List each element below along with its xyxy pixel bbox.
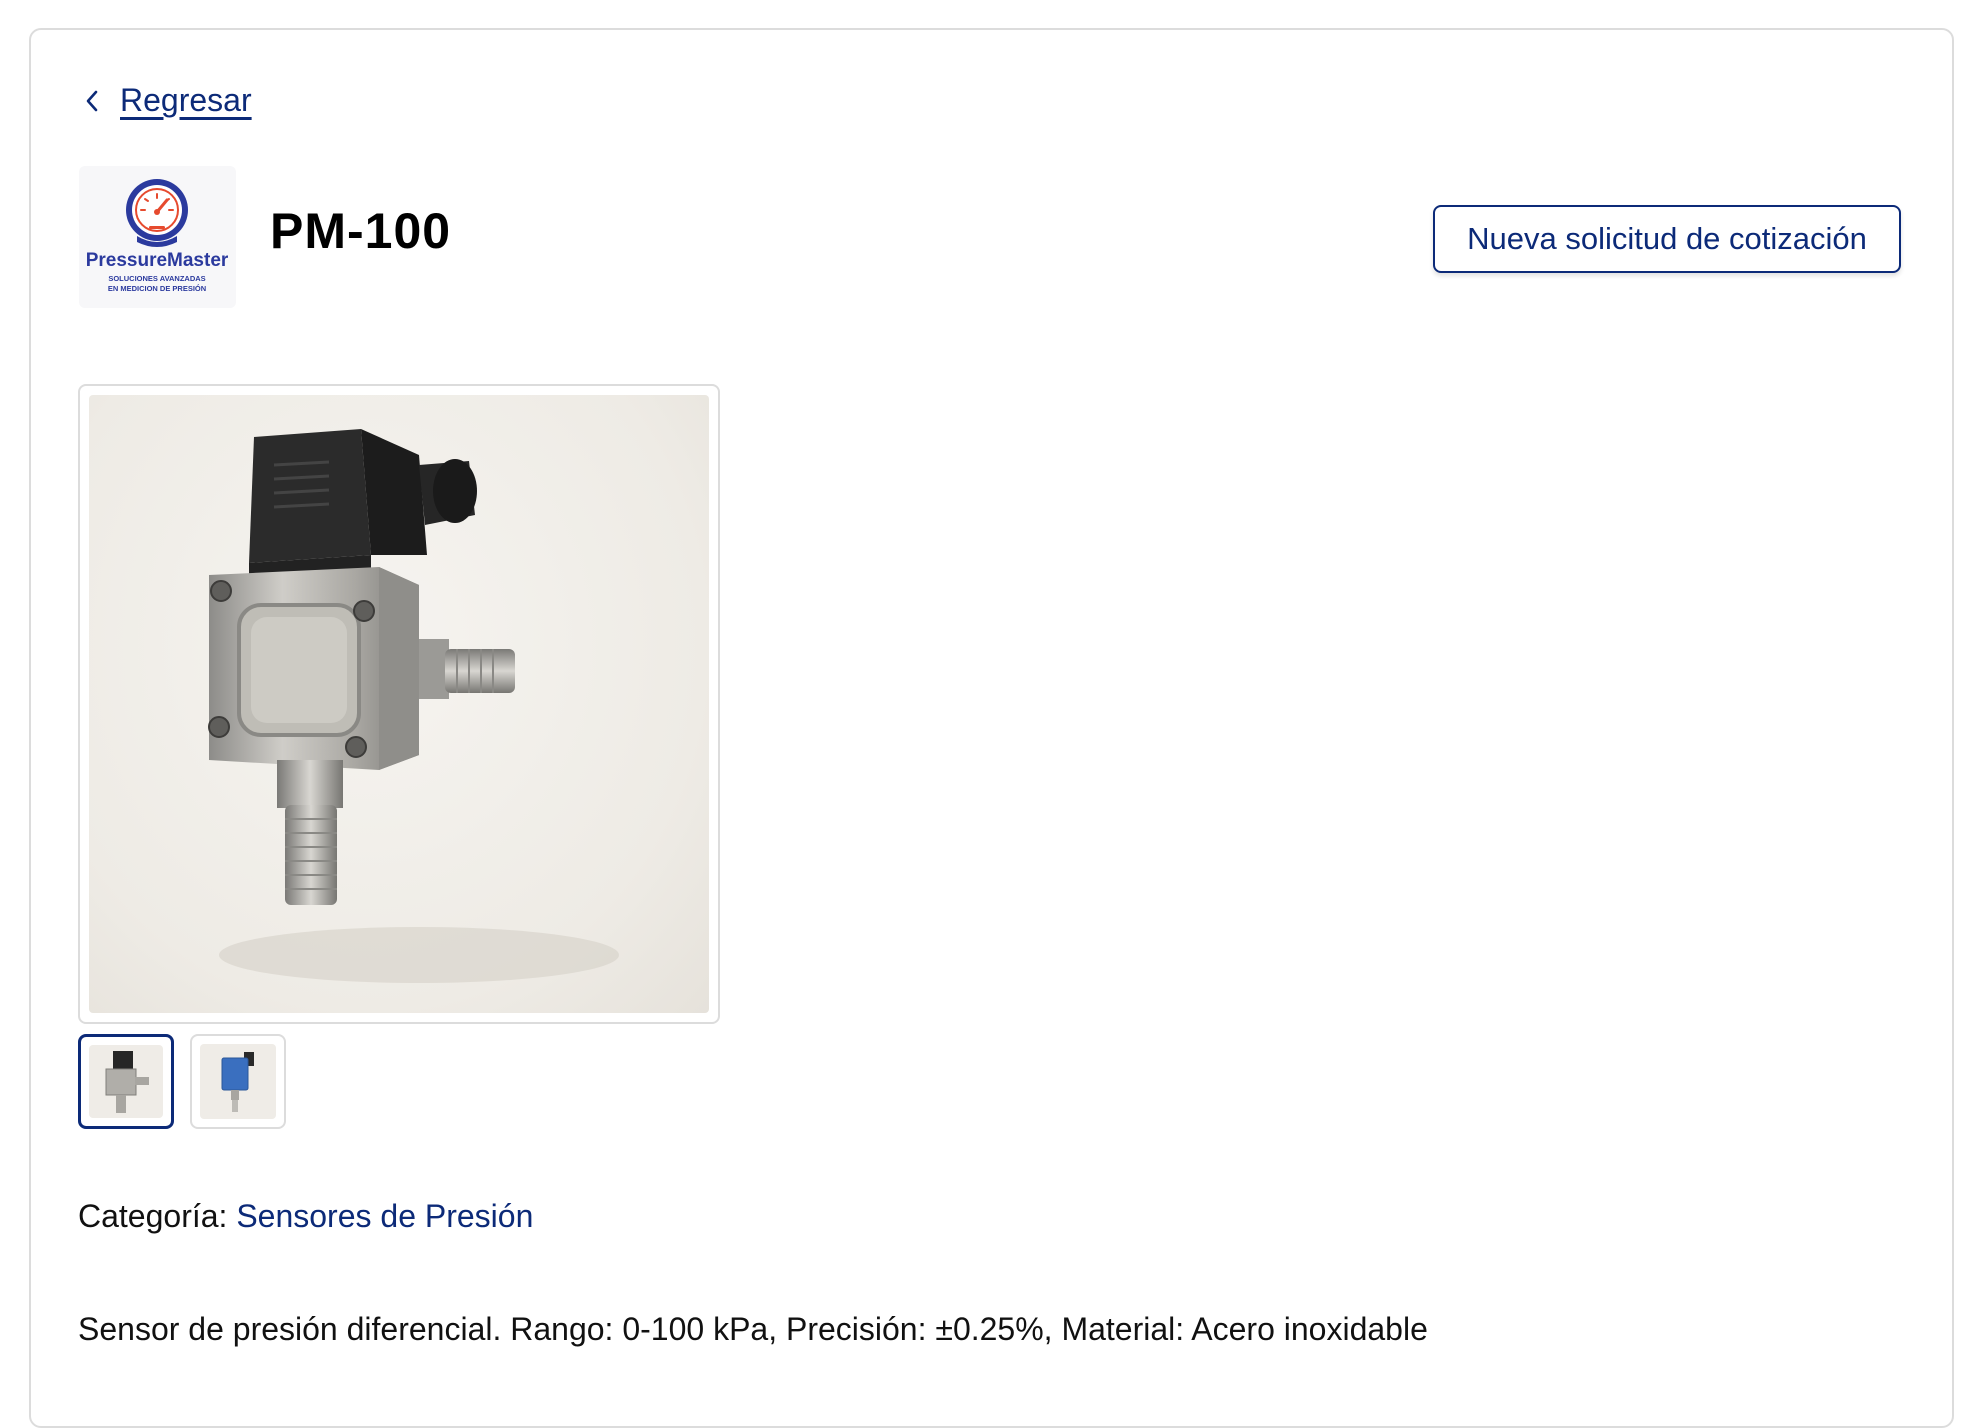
logo-tagline-1: SOLUCIONES AVANZADAS — [108, 274, 205, 283]
back-link[interactable]: Regresar — [84, 82, 252, 119]
product-main-image — [78, 384, 720, 1024]
pressure-sensor-steel-image — [208, 429, 619, 983]
brand-logo: PressureMaster SOLUCIONES AVANZADAS EN M… — [79, 166, 236, 308]
category-label: Categoría: — [78, 1198, 228, 1234]
gallery-thumbnail-1[interactable] — [78, 1034, 174, 1129]
product-category: Categoría: Sensores de Presión — [78, 1198, 533, 1235]
back-link-label: Regresar — [120, 82, 252, 118]
product-description: Sensor de presión diferencial. Rango: 0-… — [78, 1311, 1428, 1347]
category-link[interactable]: Sensores de Presión — [236, 1198, 533, 1234]
logo-wordmark: PressureMaster — [86, 250, 229, 271]
pressure-sensor-blue-image — [221, 1052, 254, 1112]
new-quote-request-button[interactable]: Nueva solicitud de cotización — [1433, 205, 1901, 273]
logo-tagline-2: EN MEDICION DE PRESIÓN — [108, 284, 206, 293]
gallery-thumbnail-2[interactable] — [190, 1034, 286, 1129]
chevron-left-icon — [84, 89, 100, 113]
pressure-sensor-steel-image — [105, 1051, 149, 1113]
product-title: PM-100 — [270, 203, 452, 259]
